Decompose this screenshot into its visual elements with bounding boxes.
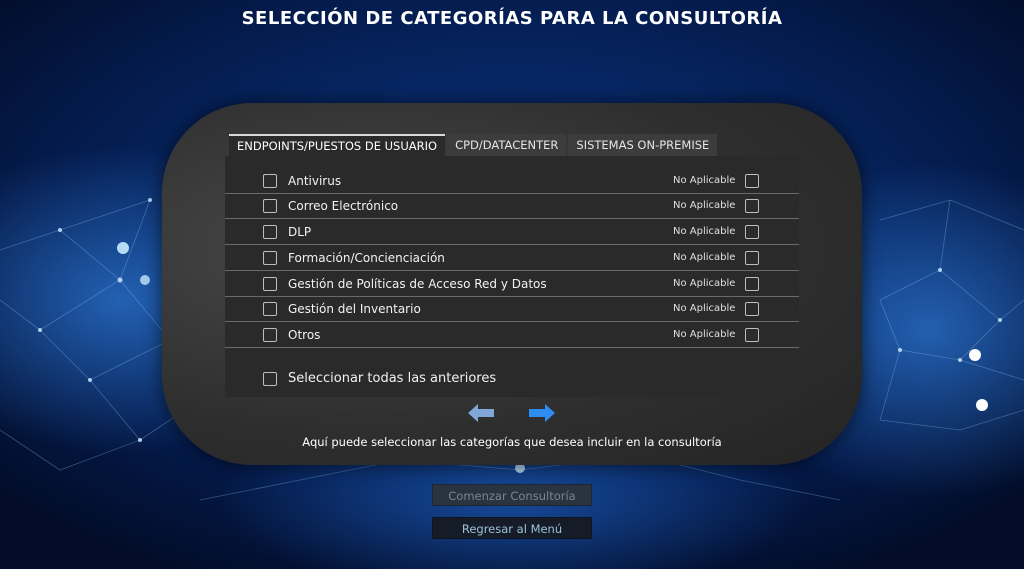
category-tabs: ENDPOINTS/PUESTOS DE USUARIO CPD/DATACEN… <box>229 134 719 156</box>
not-applicable-label: No Aplicable <box>673 175 736 186</box>
not-applicable-checkbox[interactable] <box>745 174 759 188</box>
not-applicable-label: No Aplicable <box>673 329 736 340</box>
page-title: SELECCIÓN DE CATEGORÍAS PARA LA CONSULTO… <box>241 8 783 29</box>
category-checkbox[interactable] <box>263 251 277 265</box>
category-checkbox[interactable] <box>263 277 277 291</box>
category-checkbox[interactable] <box>263 302 277 316</box>
category-checkbox[interactable] <box>263 328 277 342</box>
tab-endpoints[interactable]: ENDPOINTS/PUESTOS DE USUARIO <box>229 134 446 156</box>
not-applicable-label: No Aplicable <box>673 278 736 289</box>
category-label: Otros <box>288 328 321 342</box>
not-applicable-label: No Aplicable <box>673 252 736 263</box>
not-applicable-label: No Aplicable <box>673 226 736 237</box>
category-row-inventario: Gestión del Inventario No Aplicable <box>225 297 799 322</box>
not-applicable-label: No Aplicable <box>673 303 736 314</box>
not-applicable-label: No Aplicable <box>673 200 736 211</box>
tab-sistemas-on-premise[interactable]: SISTEMAS ON-PREMISE <box>568 134 718 156</box>
start-consultation-button[interactable]: Comenzar Consultoría <box>432 484 592 506</box>
category-row-formacion: Formación/Concienciación No Aplicable <box>225 246 799 271</box>
category-label: Correo Electrónico <box>288 199 399 213</box>
not-applicable-checkbox[interactable] <box>745 199 759 213</box>
select-all-label: Seleccionar todas las anteriores <box>288 371 497 386</box>
tab-cpd-datacenter[interactable]: CPD/DATACENTER <box>447 134 567 156</box>
select-all-checkbox[interactable] <box>263 372 277 386</box>
category-label: Formación/Concienciación <box>288 251 445 265</box>
not-applicable-checkbox[interactable] <box>745 225 759 239</box>
not-applicable-checkbox[interactable] <box>745 302 759 316</box>
category-row-antivirus: Antivirus No Aplicable <box>225 169 799 194</box>
not-applicable-checkbox[interactable] <box>745 251 759 265</box>
category-checkbox[interactable] <box>263 174 277 188</box>
not-applicable-checkbox[interactable] <box>745 328 759 342</box>
category-list: Antivirus No Aplicable Correo Electrónic… <box>225 156 799 397</box>
category-label: Gestión del Inventario <box>288 302 421 316</box>
category-checkbox[interactable] <box>263 199 277 213</box>
category-label: Gestión de Políticas de Acceso Red y Dat… <box>288 277 547 291</box>
arrow-left-icon[interactable] <box>468 404 494 422</box>
category-label: DLP <box>288 225 312 239</box>
instruction-text: Aquí puede seleccionar las categorías qu… <box>302 435 722 449</box>
category-row-dlp: DLP No Aplicable <box>225 220 799 245</box>
arrow-right-icon[interactable] <box>529 404 555 422</box>
category-row-politicas-acceso: Gestión de Políticas de Acceso Red y Dat… <box>225 272 799 297</box>
category-label: Antivirus <box>288 174 342 188</box>
back-to-menu-button[interactable]: Regresar al Menú <box>432 517 592 539</box>
category-row-correo: Correo Electrónico No Aplicable <box>225 194 799 219</box>
category-row-otros: Otros No Aplicable <box>225 323 799 348</box>
category-checkbox[interactable] <box>263 225 277 239</box>
not-applicable-checkbox[interactable] <box>745 277 759 291</box>
